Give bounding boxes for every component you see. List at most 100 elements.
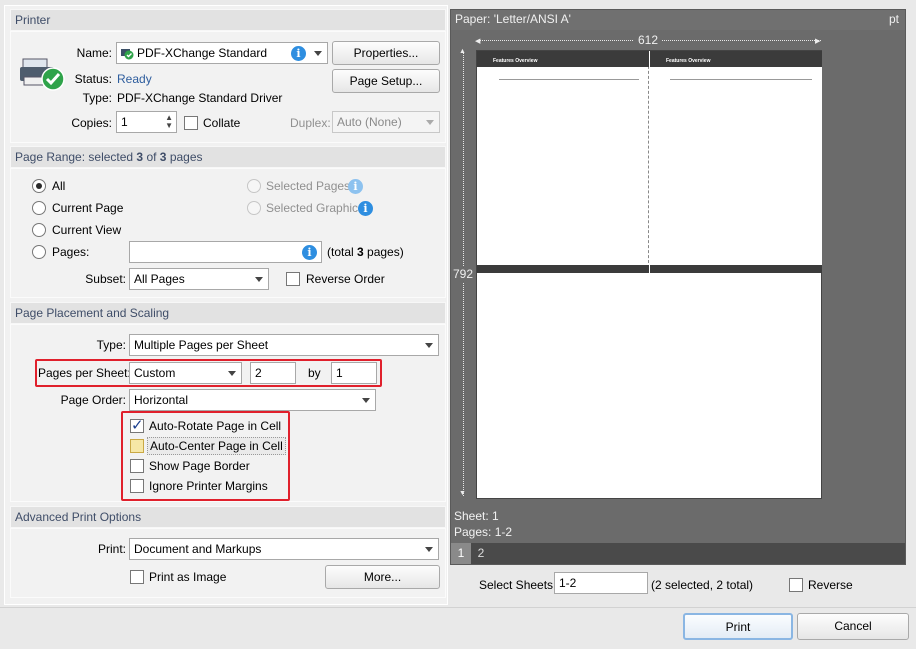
chevron-down-icon — [228, 371, 236, 376]
reverse-sheets-checkbox[interactable] — [789, 578, 803, 592]
select-sheets-input[interactable]: 1-2 — [554, 572, 648, 594]
arrow-up-icon: ▲ — [459, 48, 466, 55]
page-1-header-text: Features Overview — [493, 58, 538, 64]
copies-label: Copies: — [71, 116, 112, 130]
chevron-down-icon — [255, 277, 263, 282]
auto-rotate-label: Auto-Rotate Page in Cell — [149, 419, 282, 433]
pages-info-icon[interactable]: i — [302, 245, 317, 260]
subset-label: Subset: — [85, 272, 126, 286]
duplex-label: Duplex: — [290, 116, 331, 130]
current-view-label: Current View — [52, 223, 122, 237]
cancel-button[interactable]: Cancel — [797, 613, 909, 640]
print-what-label: Print: — [97, 542, 126, 556]
printer-name-label: Name: — [76, 46, 112, 60]
page-order-label: Page Order: — [60, 393, 126, 407]
pdf-xchange-icon — [120, 46, 134, 60]
page-range-section-header: Page Range: selected 3 of 3 pages — [10, 146, 446, 168]
page-2-rule — [670, 79, 812, 80]
reverse-order-label: Reverse Order — [306, 272, 385, 286]
collate-label: Collate — [203, 116, 241, 130]
page-2-header-text: Features Overview — [666, 58, 711, 64]
printer-name-select[interactable]: PDF-XChange Standard i — [116, 42, 328, 64]
width-value: 612 — [634, 33, 663, 47]
placement-type-label: Type: — [96, 338, 126, 352]
stepper-arrows-icon[interactable]: ▲ ▼ — [165, 114, 173, 130]
page-order-select[interactable]: Horizontal — [129, 389, 376, 411]
selected-graphic-label: Selected Graphic — [266, 201, 359, 215]
total-suffix: pages) — [363, 245, 404, 259]
current-view-radio[interactable] — [32, 223, 46, 237]
printer-section-header: Printer — [10, 9, 446, 31]
reverse-sheets-label: Reverse — [808, 578, 853, 592]
chevron-down-icon — [426, 120, 434, 125]
print-button[interactable]: Print — [683, 613, 793, 640]
print-what-select[interactable]: Document and Markups — [129, 538, 439, 560]
auto-center-checkbox[interactable] — [130, 439, 144, 453]
subset-select[interactable]: All Pages — [129, 268, 269, 290]
select-sheets-label: Select Sheets: — [479, 578, 557, 592]
printer-name-value: PDF-XChange Standard — [137, 46, 268, 60]
pages-range-label: Pages: 1-2 — [454, 525, 513, 539]
pages-per-sheet-y-input[interactable]: 1 — [331, 362, 377, 384]
selected-graphic-radio[interactable] — [247, 201, 261, 215]
sheet-info: Sheet: 1 Pages: 1-2 — [454, 508, 512, 540]
pages-per-sheet-label: Pages per Sheet: — [38, 366, 131, 380]
copies-stepper[interactable]: 1 ▲ ▼ — [116, 111, 177, 133]
reverse-order-checkbox[interactable] — [286, 272, 300, 286]
properties-button[interactable]: Properties... — [332, 41, 440, 65]
arrow-left-icon: ◀ — [475, 38, 481, 45]
ignore-margins-label: Ignore Printer Margins — [149, 479, 268, 493]
printer-info-icon[interactable]: i — [291, 46, 306, 61]
page-2-footer-bar — [650, 265, 822, 273]
page-thumbnail-2: Features Overview — [650, 51, 822, 273]
pages-per-sheet-value: Custom — [134, 366, 176, 380]
show-border-checkbox[interactable] — [130, 459, 144, 473]
advanced-title: Advanced Print Options — [15, 510, 142, 524]
page-1-rule — [499, 79, 639, 80]
page-setup-button[interactable]: Page Setup... — [332, 69, 440, 93]
page-range-title-prefix: Page Range: selected — [15, 150, 137, 164]
printer-type-label: Type: — [82, 91, 112, 105]
selected-pages-radio[interactable] — [247, 179, 261, 193]
placement-title: Page Placement and Scaling — [15, 306, 170, 320]
auto-rotate-checkbox[interactable] — [130, 416, 144, 434]
printer-status-value: Ready — [117, 72, 152, 86]
sheet-tab-1[interactable]: 1 — [451, 543, 471, 564]
page-range-title-suffix: pages — [166, 150, 203, 164]
print-as-image-checkbox[interactable] — [130, 570, 144, 584]
pages-per-sheet-x-input[interactable]: 2 — [250, 362, 296, 384]
printer-section-title: Printer — [15, 13, 51, 27]
printer-type-value: PDF-XChange Standard Driver — [117, 91, 283, 105]
page-order-value: Horizontal — [134, 393, 189, 407]
page-thumbnail-1: Features Overview — [477, 51, 649, 273]
sheet-tab-2[interactable]: 2 — [471, 543, 491, 564]
select-sheets-info: (2 selected, 2 total) — [651, 578, 754, 592]
current-page-label: Current Page — [52, 201, 124, 215]
sheet-label: Sheet: 1 — [454, 509, 499, 523]
auto-center-label: Auto-Center Page in Cell — [147, 437, 286, 455]
sheet-preview: Features Overview Features Overview — [476, 50, 822, 499]
preview-header: Paper: 'Letter/ANSI A' pt — [451, 10, 905, 30]
current-page-radio[interactable] — [32, 201, 46, 215]
advanced-section-header: Advanced Print Options — [10, 506, 446, 528]
placement-section-header: Page Placement and Scaling — [10, 302, 446, 324]
selected-pages-label: Selected Pages — [266, 179, 351, 193]
placement-type-select[interactable]: Multiple Pages per Sheet — [129, 334, 439, 356]
chevron-down-icon — [314, 51, 322, 56]
sheet-tabs: 1 2 — [451, 543, 905, 564]
collate-checkbox[interactable] — [184, 116, 198, 130]
pages-radio[interactable] — [32, 245, 46, 259]
selected-graphic-info-icon[interactable]: i — [358, 201, 373, 216]
more-button[interactable]: More... — [325, 565, 440, 589]
all-label: All — [52, 179, 66, 193]
selected-pages-info-icon[interactable]: i — [348, 179, 363, 194]
duplex-select[interactable]: Auto (None) — [332, 111, 440, 133]
duplex-value: Auto (None) — [337, 115, 402, 129]
pages-input[interactable]: i — [129, 241, 322, 263]
total-pages-text: (total 3 pages) — [327, 244, 404, 260]
ignore-margins-checkbox[interactable] — [130, 479, 144, 493]
pages-per-sheet-select[interactable]: Custom — [129, 362, 242, 384]
print-as-image-label: Print as Image — [149, 570, 227, 584]
paper-title: Paper: 'Letter/ANSI A' — [455, 12, 571, 26]
all-radio[interactable] — [32, 179, 46, 193]
